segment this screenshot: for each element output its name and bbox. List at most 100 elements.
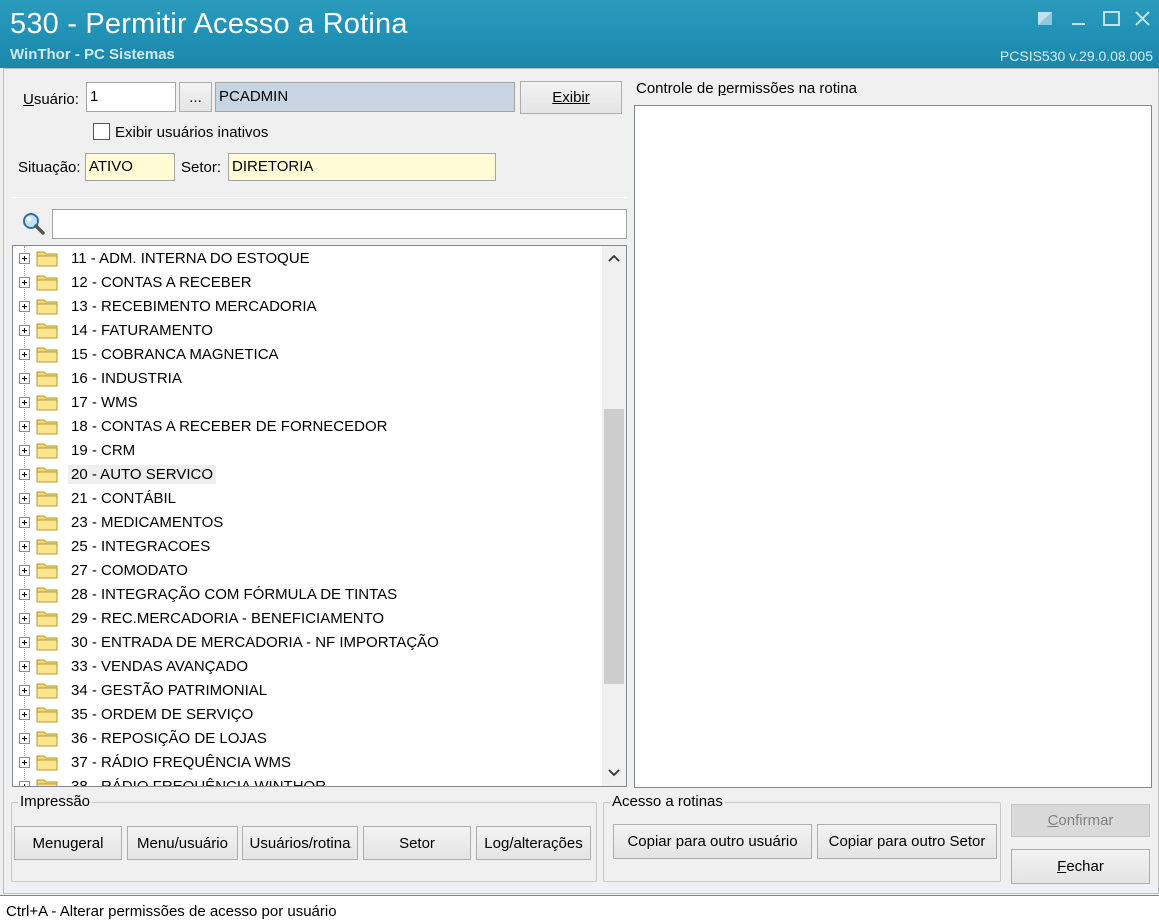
acesso-legend: Acesso a rotinas xyxy=(610,793,725,810)
expand-icon[interactable] xyxy=(19,300,30,312)
tree-item-label: 33 - VENDAS AVANÇADO xyxy=(71,657,248,675)
tree-content: 11 - ADM. INTERNA DO ESTOQUE 12 - CONTAS … xyxy=(13,246,602,786)
tree-item-label: 38 - RÁDIO FREQUÊNCIA WINTHOR xyxy=(71,777,327,787)
expand-icon[interactable] xyxy=(19,660,30,672)
expand-icon[interactable] xyxy=(19,276,30,288)
expand-icon[interactable] xyxy=(19,540,30,552)
copiar-usuario-button[interactable]: Copiar para outro usuário xyxy=(613,824,812,859)
folder-icon xyxy=(36,491,58,507)
tree-item[interactable]: 13 - RECEBIMENTO MERCADORIA xyxy=(19,294,599,318)
expand-icon[interactable] xyxy=(19,372,30,384)
inativos-checkbox[interactable] xyxy=(93,123,110,140)
usuario-name-field: PCADMIN xyxy=(215,82,515,112)
tree-item[interactable]: 19 - CRM xyxy=(19,438,599,462)
rotinas-tree[interactable]: 11 - ADM. INTERNA DO ESTOQUE 12 - CONTAS … xyxy=(12,245,627,787)
tree-item[interactable]: 23 - MEDICAMENTOS xyxy=(19,510,599,534)
situacao-field: ATIVO xyxy=(85,153,175,181)
tree-item[interactable]: 29 - REC.MERCADORIA - BENEFICIAMENTO xyxy=(19,606,599,630)
tree-item-label: 20 - AUTO SERVICO xyxy=(68,464,216,484)
maximize-icon[interactable] xyxy=(1097,6,1127,32)
expand-icon[interactable] xyxy=(19,348,30,360)
expand-icon[interactable] xyxy=(19,252,30,264)
expand-icon[interactable] xyxy=(19,756,30,768)
tree-item[interactable]: 21 - CONTÁBIL xyxy=(19,486,599,510)
exibir-button[interactable]: Exibir xyxy=(520,81,622,114)
fechar-button[interactable]: Fechar xyxy=(1011,849,1150,884)
minimize-icon[interactable] xyxy=(1064,6,1094,32)
expand-icon[interactable] xyxy=(19,324,30,336)
expand-icon[interactable] xyxy=(19,468,30,480)
tree-item[interactable]: 33 - VENDAS AVANÇADO xyxy=(19,654,599,678)
folder-icon xyxy=(36,659,58,675)
expand-icon[interactable] xyxy=(19,420,30,432)
status-bar: Ctrl+A - Alterar permissões de acesso po… xyxy=(0,895,1159,924)
tree-item[interactable]: 11 - ADM. INTERNA DO ESTOQUE xyxy=(19,246,599,270)
window-title: 530 - Permitir Acesso a Rotina xyxy=(10,8,408,40)
folder-icon xyxy=(36,347,58,363)
permissions-panel[interactable] xyxy=(634,105,1152,788)
tree-item[interactable]: 30 - ENTRADA DE MERCADORIA - NF IMPORTAÇ… xyxy=(19,630,599,654)
tree-item[interactable]: 16 - INDUSTRIA xyxy=(19,366,599,390)
search-input[interactable] xyxy=(52,209,627,239)
log-alteracoes-button[interactable]: Log/alterações xyxy=(476,826,591,860)
tree-item[interactable]: 34 - GESTÃO PATRIMONIAL xyxy=(19,678,599,702)
tree-item-label: 13 - RECEBIMENTO MERCADORIA xyxy=(71,297,317,315)
tree-item[interactable]: 15 - COBRANCA MAGNETICA xyxy=(19,342,599,366)
tree-item-label: 23 - MEDICAMENTOS xyxy=(71,513,224,531)
expand-icon[interactable] xyxy=(19,708,30,720)
scroll-thumb[interactable] xyxy=(604,409,624,684)
expand-icon[interactable] xyxy=(19,492,30,504)
tree-item-label: 12 - CONTAS A RECEBER xyxy=(71,273,252,291)
tree-item-label: 25 - INTEGRACOES xyxy=(71,537,211,555)
expand-icon[interactable] xyxy=(19,684,30,696)
tree-item[interactable]: 25 - INTEGRACOES xyxy=(19,534,599,558)
menu-geral-button[interactable]: Menu g eral xyxy=(14,826,122,860)
folder-icon xyxy=(36,539,58,555)
tree-item[interactable]: 12 - CONTAS A RECEBER xyxy=(19,270,599,294)
expand-icon[interactable] xyxy=(19,588,30,600)
tree-item[interactable]: 37 - RÁDIO FREQUÊNCIA WMS xyxy=(19,750,599,774)
usuario-lookup-button[interactable]: ... xyxy=(179,82,212,112)
exibir-label: Exibir xyxy=(552,89,590,106)
expand-icon[interactable] xyxy=(19,732,30,744)
expand-icon[interactable] xyxy=(19,564,30,576)
folder-icon xyxy=(36,515,58,531)
copiar-setor-button[interactable]: Copiar para outro Setor xyxy=(817,824,997,859)
setor-label: Setor: xyxy=(181,159,222,176)
tree-item[interactable]: 17 - WMS xyxy=(19,390,599,414)
tree-item[interactable]: 35 - ORDEM DE SERVIÇO xyxy=(19,702,599,726)
tree-item[interactable]: 27 - COMODATO xyxy=(19,558,599,582)
folder-icon xyxy=(36,755,58,771)
tree-item[interactable]: 18 - CONTAS A RECEBER DE FORNECEDOR xyxy=(19,414,599,438)
scroll-down-icon[interactable] xyxy=(608,769,620,777)
tree-item-label: 27 - COMODATO xyxy=(71,561,188,579)
folder-icon xyxy=(36,731,58,747)
usuarios-rotina-button[interactable]: Usuários/rotina xyxy=(242,826,358,860)
tree-item[interactable]: 28 - INTEGRAÇÃO COM FÓRMULA DE TINTAS xyxy=(19,582,599,606)
expand-icon[interactable] xyxy=(19,516,30,528)
tree-scrollbar[interactable] xyxy=(602,246,626,786)
close-icon[interactable] xyxy=(1128,6,1158,32)
scroll-up-icon[interactable] xyxy=(608,254,620,262)
tree-item[interactable]: 14 - FATURAMENTO xyxy=(19,318,599,342)
tree-item-label: 14 - FATURAMENTO xyxy=(71,321,213,339)
tree-item-label: 34 - GESTÃO PATRIMONIAL xyxy=(71,681,268,699)
expand-icon[interactable] xyxy=(19,612,30,624)
setor-button[interactable]: Setor xyxy=(363,826,471,860)
tree-item[interactable]: 20 - AUTO SERVICO xyxy=(19,462,599,486)
expand-icon[interactable] xyxy=(19,780,30,786)
expand-icon[interactable] xyxy=(19,636,30,648)
expand-icon[interactable] xyxy=(19,444,30,456)
tree-item-label: 30 - ENTRADA DE MERCADORIA - NF IMPORTAÇ… xyxy=(71,633,439,651)
tree-item-label: 37 - RÁDIO FREQUÊNCIA WMS xyxy=(71,753,292,771)
confirmar-button[interactable]: Confirmar xyxy=(1011,804,1150,837)
tree-item[interactable]: 36 - REPOSIÇÃO DE LOJAS xyxy=(19,726,599,750)
usuario-code-input[interactable]: 1 xyxy=(86,82,176,112)
folder-icon xyxy=(36,275,58,291)
restore-layout-icon[interactable] xyxy=(1030,6,1060,32)
menu-usuario-button[interactable]: Menu/usuário xyxy=(127,826,238,860)
expand-icon[interactable] xyxy=(19,396,30,408)
folder-icon xyxy=(36,323,58,339)
tree-item[interactable]: 38 - RÁDIO FREQUÊNCIA WINTHOR xyxy=(19,774,599,786)
tree-item-label: 21 - CONTÁBIL xyxy=(71,489,177,507)
